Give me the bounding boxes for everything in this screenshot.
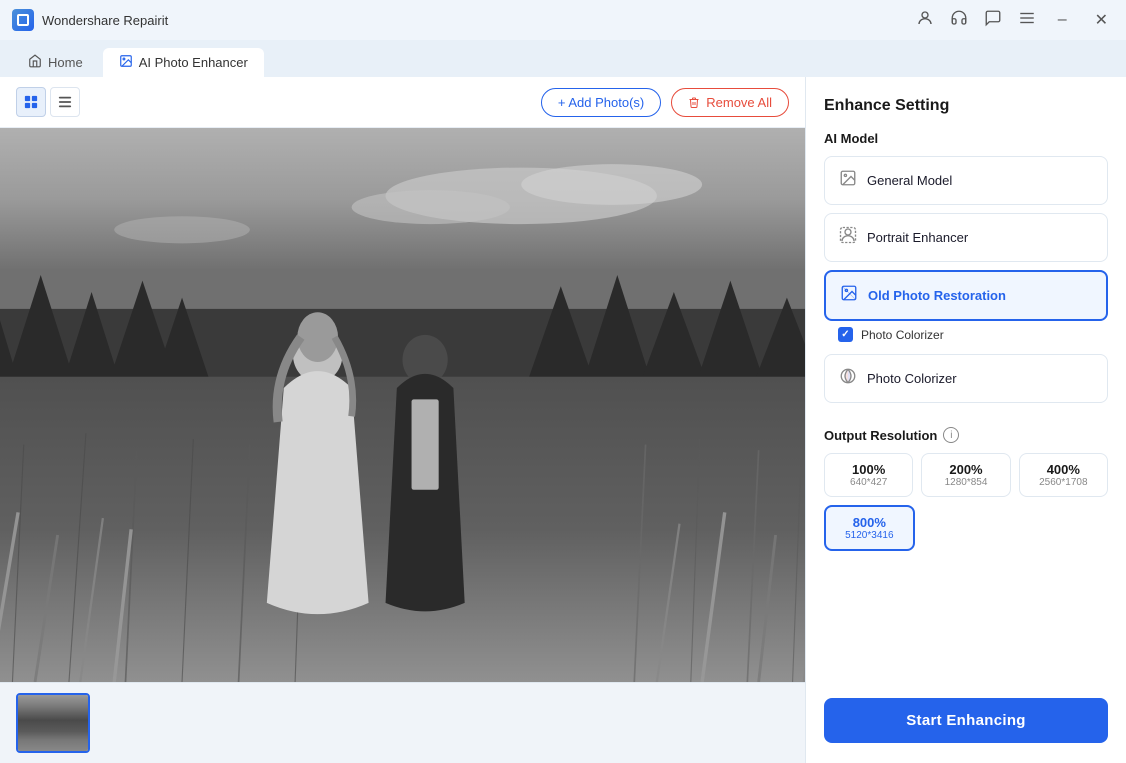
- enhancer-icon: [119, 54, 133, 71]
- toolbar: + Add Photo(s) Remove All: [0, 77, 805, 128]
- left-panel: + Add Photo(s) Remove All: [0, 77, 806, 763]
- general-model-icon: [839, 169, 857, 192]
- portrait-model-label: Portrait Enhancer: [867, 230, 1093, 245]
- colorizer-model-label: Photo Colorizer: [867, 371, 1093, 386]
- res-400[interactable]: 400% 2560*1708: [1019, 453, 1108, 497]
- nav-tab-enhancer[interactable]: AI Photo Enhancer: [103, 48, 264, 77]
- model-general[interactable]: General Model: [824, 156, 1108, 205]
- colorizer-checkbox[interactable]: [838, 327, 853, 342]
- sub-option-colorizer[interactable]: Photo Colorizer: [824, 321, 1108, 354]
- image-area: [0, 128, 805, 682]
- old-photo-model-label: Old Photo Restoration: [868, 288, 1092, 303]
- model-colorizer[interactable]: Photo Colorizer: [824, 354, 1108, 403]
- general-model-label: General Model: [867, 173, 1093, 188]
- menu-icon[interactable]: [1018, 9, 1036, 31]
- resolution-header: Output Resolution i: [824, 427, 1108, 443]
- add-photos-button[interactable]: + Add Photo(s): [541, 88, 661, 117]
- resolution-section: Output Resolution i 100% 640*427 200% 12…: [824, 427, 1108, 551]
- res-800[interactable]: 800% 5120*3416: [824, 505, 915, 551]
- model-old-photo[interactable]: Old Photo Restoration: [824, 270, 1108, 321]
- title-bar: Wondershare Repairit – ✕: [0, 0, 1126, 40]
- old-photo-model-icon: [840, 284, 858, 307]
- start-enhancing-button[interactable]: Start Enhancing: [824, 698, 1108, 743]
- nav-bar: Home AI Photo Enhancer: [0, 40, 1126, 77]
- resolution-label: Output Resolution: [824, 428, 937, 443]
- headset-icon[interactable]: [950, 9, 968, 31]
- view-toggles: [16, 87, 80, 117]
- remove-all-label: Remove All: [706, 95, 772, 110]
- right-panel: Enhance Setting AI Model General Model: [806, 77, 1126, 763]
- title-bar-controls: – ✕: [916, 8, 1114, 32]
- resolution-grid: 100% 640*427 200% 1280*854 400% 2560*170…: [824, 453, 1108, 497]
- toolbar-actions: + Add Photo(s) Remove All: [541, 88, 789, 117]
- minimize-button[interactable]: –: [1052, 9, 1073, 31]
- enhancer-label: AI Photo Enhancer: [139, 55, 248, 70]
- nav-tab-home[interactable]: Home: [12, 48, 99, 77]
- res-100[interactable]: 100% 640*427: [824, 453, 913, 497]
- list-view-button[interactable]: [50, 87, 80, 117]
- home-icon: [28, 54, 42, 71]
- colorizer-model-icon: [839, 367, 857, 390]
- chat-icon[interactable]: [984, 9, 1002, 31]
- portrait-model-icon: [839, 226, 857, 249]
- ai-model-section: AI Model General Model Portr: [824, 131, 1108, 411]
- grid-view-button[interactable]: [16, 87, 46, 117]
- title-bar-left: Wondershare Repairit: [12, 9, 168, 31]
- panel-title: Enhance Setting: [824, 97, 1108, 115]
- ai-model-label: AI Model: [824, 131, 1108, 146]
- resolution-info-icon[interactable]: i: [943, 427, 959, 443]
- main-content: + Add Photo(s) Remove All: [0, 77, 1126, 763]
- remove-all-button[interactable]: Remove All: [671, 88, 789, 117]
- app-title: Wondershare Repairit: [42, 13, 168, 28]
- sub-option-label: Photo Colorizer: [861, 328, 944, 342]
- app-icon: [12, 9, 34, 31]
- res-200[interactable]: 200% 1280*854: [921, 453, 1010, 497]
- profile-icon[interactable]: [916, 9, 934, 31]
- photo-display: [0, 128, 805, 682]
- spacer: [824, 567, 1108, 682]
- thumbnail-item[interactable]: [16, 693, 90, 753]
- model-portrait[interactable]: Portrait Enhancer: [824, 213, 1108, 262]
- home-label: Home: [48, 55, 83, 70]
- thumbnail-strip: [0, 682, 805, 763]
- close-button[interactable]: ✕: [1089, 8, 1114, 32]
